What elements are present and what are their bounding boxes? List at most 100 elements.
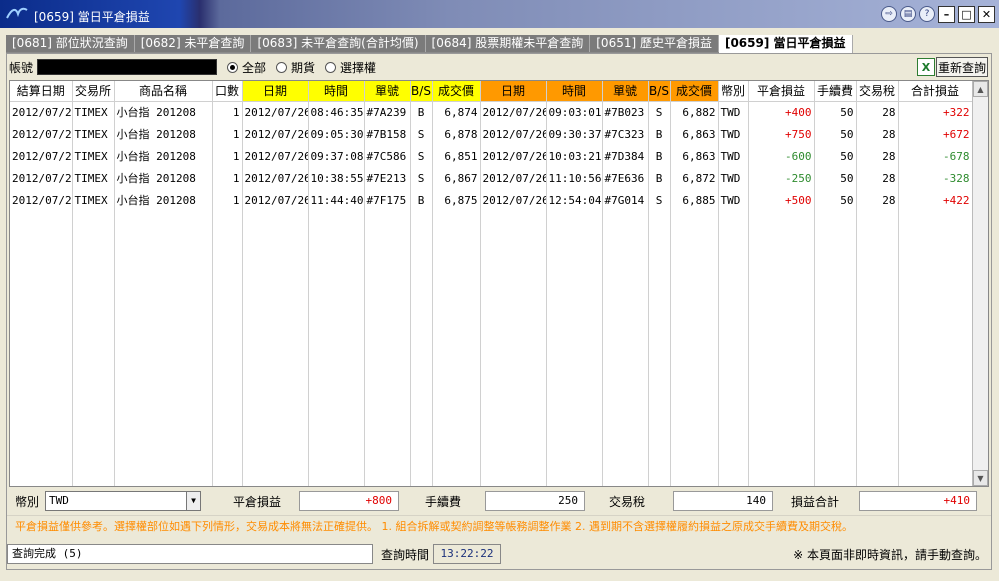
tab-0684[interactable]: [0684] 股票期權未平倉查詢 xyxy=(425,35,591,52)
tax-label: 交易稅 xyxy=(609,494,646,509)
radio-all-indicator xyxy=(227,61,238,73)
cell-fee: 50 xyxy=(814,101,857,123)
cell-close-time: 09:30:37 xyxy=(546,123,603,145)
cell-open-price: 6,874 xyxy=(432,101,481,123)
cell-open-bs: B xyxy=(410,189,433,211)
col-open-date[interactable]: 日期 xyxy=(242,81,309,102)
table-row[interactable]: 2012/07/26 TIMEX 小台指 201208 1 2012/07/26… xyxy=(10,145,973,167)
cell-close-bs: B xyxy=(648,167,671,189)
cell-settle-date: 2012/07/26 xyxy=(10,123,73,145)
cell-close-date: 2012/07/26 xyxy=(480,167,547,189)
tab-0651[interactable]: [0651] 歷史平倉損益 xyxy=(590,35,719,52)
window-title: [0659] 當日平倉損益 xyxy=(34,10,150,24)
col-lots[interactable]: 口數 xyxy=(212,81,243,102)
cell-settle-date: 2012/07/26 xyxy=(10,167,73,189)
cell-exchange: TIMEX xyxy=(72,145,115,167)
cell-lots: 1 xyxy=(212,101,243,123)
radio-futures[interactable]: 期貨 xyxy=(276,59,315,76)
cell-lots: 1 xyxy=(212,167,243,189)
col-settle-date[interactable]: 結算日期 xyxy=(10,81,73,102)
help-icon[interactable]: ? xyxy=(919,6,935,22)
print-icon[interactable]: ▤ xyxy=(900,6,916,22)
window-controls: ⇨ ▤ ? – □ ✕ xyxy=(881,6,995,23)
cell-open-order: #7A239 xyxy=(364,101,411,123)
currency-select-value: TWD xyxy=(49,494,69,507)
cell-close-price: 6,863 xyxy=(670,145,719,167)
table-row[interactable]: 2012/07/26 TIMEX 小台指 201208 1 2012/07/26… xyxy=(10,123,973,145)
excel-export-icon[interactable]: X xyxy=(917,58,935,76)
cell-open-time: 09:05:30 xyxy=(308,123,365,145)
manual-query-note: ※ 本頁面非即時資訊，請手動查詢。 xyxy=(793,547,987,562)
tab-0681[interactable]: [0681] 部位狀況查詢 xyxy=(6,35,135,52)
col-product[interactable]: 商品名稱 xyxy=(114,81,213,102)
cell-product: 小台指 201208 xyxy=(114,189,213,211)
account-input[interactable] xyxy=(37,59,217,75)
tab-0683[interactable]: [0683] 未平倉查詢(合計均價) xyxy=(251,35,426,52)
exit-app-icon[interactable]: ⇨ xyxy=(881,6,897,22)
col-close-price[interactable]: 成交價 xyxy=(670,81,719,102)
cell-open-order: #7C586 xyxy=(364,145,411,167)
cell-product: 小台指 201208 xyxy=(114,145,213,167)
col-open-bs[interactable]: B/S xyxy=(410,81,433,102)
col-close-order[interactable]: 單號 xyxy=(602,81,649,102)
app-logo-icon xyxy=(6,7,28,19)
table-row[interactable]: 2012/07/26 TIMEX 小台指 201208 1 2012/07/26… xyxy=(10,189,973,211)
account-label: 帳號 xyxy=(9,60,34,75)
cell-close-pnl: +750 xyxy=(748,123,815,145)
cell-exchange: TIMEX xyxy=(72,101,115,123)
filter-row: 帳號 全部 期貨 選擇權 xyxy=(7,58,376,76)
col-tax[interactable]: 交易稅 xyxy=(856,81,899,102)
radio-all-label: 全部 xyxy=(242,60,267,75)
cell-lots: 1 xyxy=(212,123,243,145)
col-exchange[interactable]: 交易所 xyxy=(72,81,115,102)
currency-select[interactable]: TWD ▼ xyxy=(45,491,201,511)
col-close-bs[interactable]: B/S xyxy=(648,81,671,102)
cell-settle-date: 2012/07/26 xyxy=(10,145,73,167)
maximize-button[interactable]: □ xyxy=(958,6,975,23)
col-currency[interactable]: 幣別 xyxy=(718,81,749,102)
chevron-down-icon[interactable]: ▼ xyxy=(186,492,200,510)
tab-strip: [0681] 部位狀況查詢 [0682] 未平倉查詢 [0683] 未平倉查詢(… xyxy=(6,35,853,53)
col-fee[interactable]: 手續費 xyxy=(814,81,857,102)
disclaimer-notice: 平倉損益僅供參考。選擇權部位如遇下列情形，交易成本將無法正確提供。 1. 組合拆… xyxy=(7,515,991,537)
summary-row: 幣別 TWD ▼ 平倉損益 +800 手續費 250 交易稅 140 損益合計 … xyxy=(7,489,991,513)
col-open-time[interactable]: 時間 xyxy=(308,81,365,102)
scroll-up-icon[interactable]: ▲ xyxy=(973,81,988,97)
tab-0682[interactable]: [0682] 未平倉查詢 xyxy=(134,35,252,52)
scroll-down-icon[interactable]: ▼ xyxy=(973,470,988,486)
table-row[interactable]: 2012/07/26 TIMEX 小台指 201208 1 2012/07/26… xyxy=(10,101,973,123)
cell-tax: 28 xyxy=(856,101,899,123)
query-time-label: 查詢時間 xyxy=(381,547,430,562)
cell-close-order: #7C323 xyxy=(602,123,649,145)
col-total-pnl[interactable]: 合計損益 xyxy=(898,81,973,102)
cell-total-pnl: +322 xyxy=(898,101,973,123)
cell-open-time: 09:37:08 xyxy=(308,145,365,167)
close-button[interactable]: ✕ xyxy=(978,6,995,23)
col-open-order[interactable]: 單號 xyxy=(364,81,411,102)
cell-close-price: 6,863 xyxy=(670,123,719,145)
col-close-time[interactable]: 時間 xyxy=(546,81,603,102)
cell-open-bs: B xyxy=(410,101,433,123)
table-scrollbar[interactable]: ▲ ▼ xyxy=(972,81,988,486)
col-close-pnl[interactable]: 平倉損益 xyxy=(748,81,815,102)
radio-options[interactable]: 選擇權 xyxy=(325,59,376,76)
col-open-price[interactable]: 成交價 xyxy=(432,81,481,102)
cell-open-bs: S xyxy=(410,123,433,145)
requery-button[interactable]: 重新查詢 xyxy=(936,57,988,77)
cell-close-bs: B xyxy=(648,123,671,145)
table-header-row: 結算日期 交易所 商品名稱 口數 日期 時間 單號 B/S 成交價 日期 時間 … xyxy=(10,81,973,102)
radio-all[interactable]: 全部 xyxy=(227,59,266,76)
cell-open-order: #7B158 xyxy=(364,123,411,145)
cell-close-price: 6,882 xyxy=(670,101,719,123)
status-message: 查詢完成 (5) xyxy=(7,544,373,564)
cell-open-bs: S xyxy=(410,145,433,167)
radio-options-indicator xyxy=(325,61,337,73)
cell-tax: 28 xyxy=(856,167,899,189)
minimize-button[interactable]: – xyxy=(938,6,955,23)
tab-0659[interactable]: [0659] 當日平倉損益 xyxy=(718,35,853,53)
cell-close-order: #7E636 xyxy=(602,167,649,189)
table-row[interactable]: 2012/07/26 TIMEX 小台指 201208 1 2012/07/26… xyxy=(10,167,973,189)
cell-currency: TWD xyxy=(718,123,749,145)
cell-close-order: #7G014 xyxy=(602,189,649,211)
col-close-date[interactable]: 日期 xyxy=(480,81,547,102)
